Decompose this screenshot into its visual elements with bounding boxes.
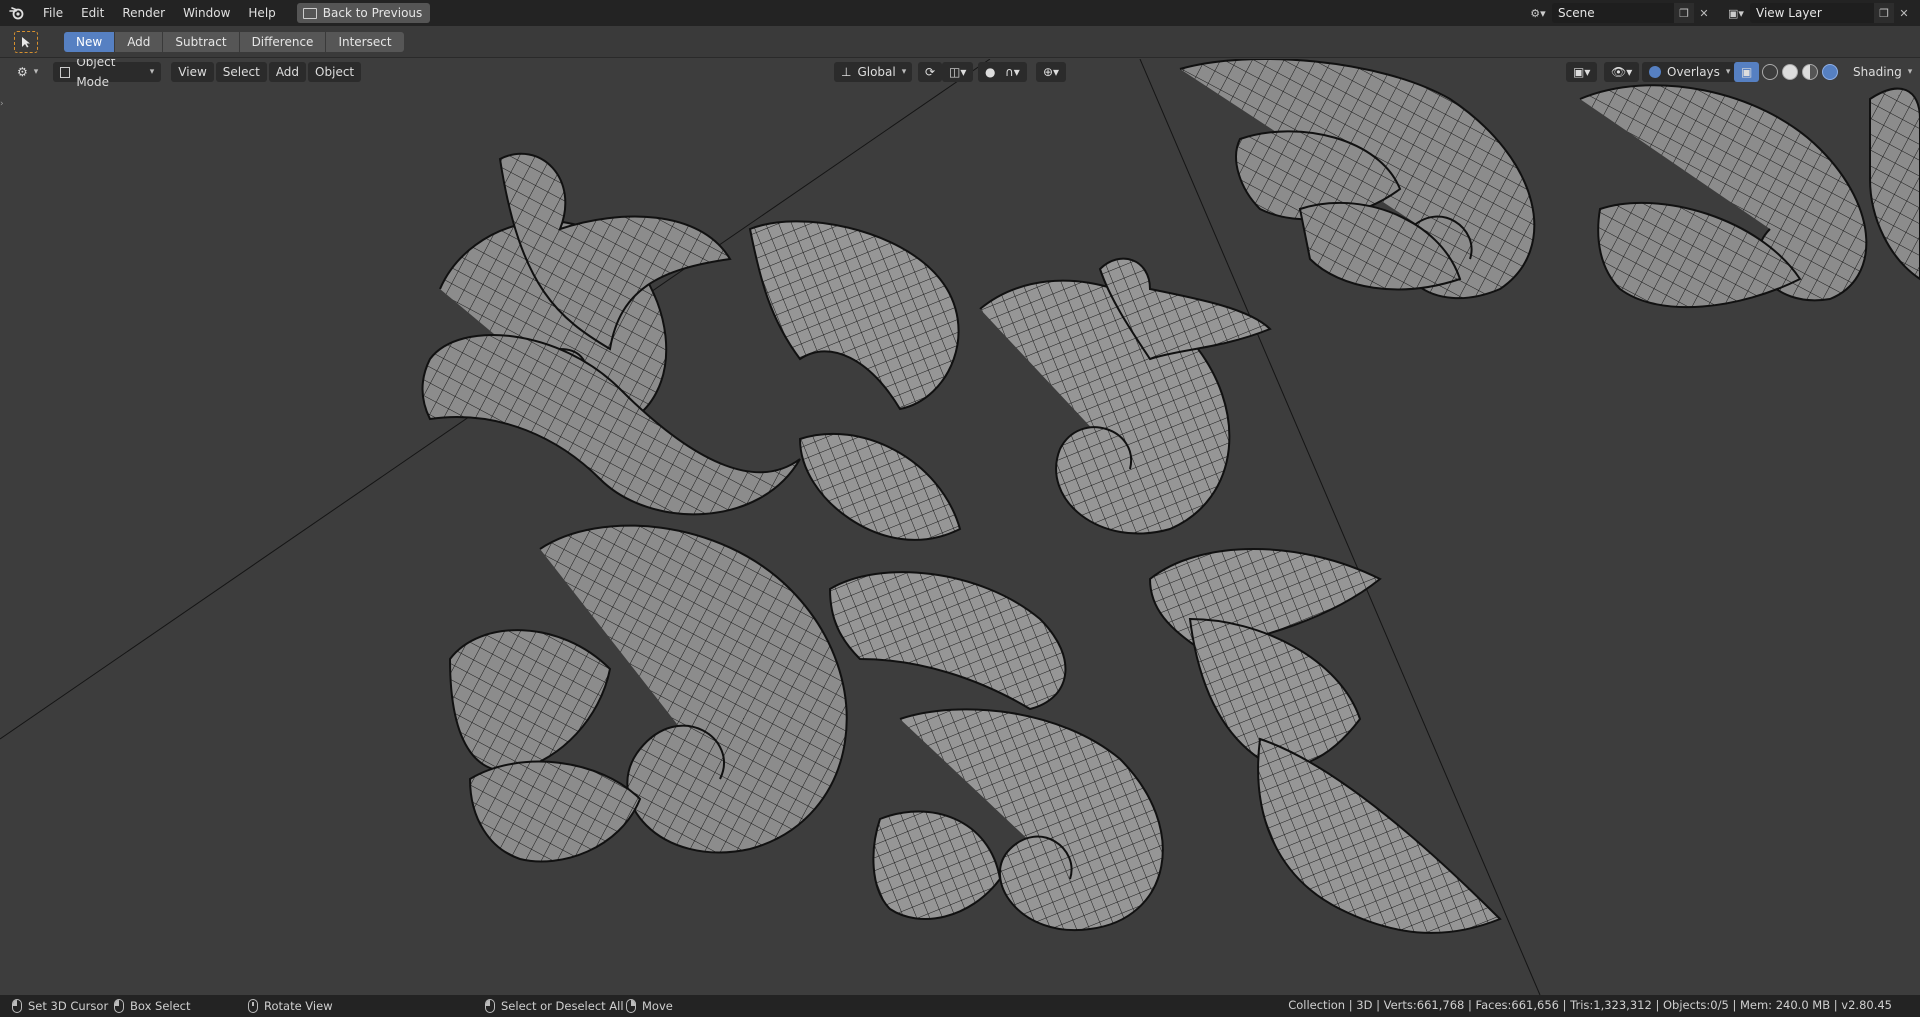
scene-icon[interactable]: ⚙▾ bbox=[1524, 3, 1552, 23]
back-to-previous-button[interactable]: Back to Previous bbox=[296, 3, 431, 23]
view-layer-selector[interactable]: ▣▾ View Layer ❐ ✕ bbox=[1722, 3, 1914, 23]
wireframe-shading-icon[interactable] bbox=[1762, 64, 1778, 80]
select-box-tool-icon[interactable] bbox=[14, 30, 38, 53]
3d-viewport[interactable]: ⚙ ▾ Object Mode ▾ View Select Add Object … bbox=[0, 59, 1920, 995]
object-mode-dropdown[interactable]: Object Mode ▾ bbox=[53, 59, 162, 89]
delete-scene-icon[interactable]: ✕ bbox=[1694, 3, 1714, 23]
snap-icon[interactable]: ◫▾ bbox=[942, 62, 974, 82]
view-menu[interactable]: View bbox=[171, 62, 214, 82]
menu-window[interactable]: Window bbox=[174, 0, 239, 26]
screen-icon bbox=[302, 7, 317, 19]
object-menu[interactable]: Object bbox=[308, 62, 362, 82]
mode-add-button[interactable]: Add bbox=[115, 31, 164, 52]
falloff-icon[interactable]: ∩▾ bbox=[998, 62, 1027, 82]
hint-rotate-view: Rotate View bbox=[248, 998, 333, 1014]
copy-scene-icon[interactable]: ❐ bbox=[1674, 3, 1694, 23]
hint-set-3d-cursor: Set 3D Cursor bbox=[12, 998, 108, 1014]
solid-shading-icon[interactable] bbox=[1782, 64, 1798, 80]
add-menu[interactable]: Add bbox=[268, 62, 307, 82]
shading-modes bbox=[1762, 64, 1842, 80]
menu-help[interactable]: Help bbox=[239, 0, 284, 26]
lookdev-shading-icon[interactable] bbox=[1802, 64, 1818, 80]
overlays-dropdown[interactable]: Overlays ▾ bbox=[1642, 62, 1738, 82]
rendered-shading-icon[interactable] bbox=[1822, 64, 1838, 80]
hint-select-deselect-all: Select or Deselect All bbox=[485, 998, 624, 1014]
shading-dropdown[interactable]: Shading ▾ bbox=[1846, 62, 1919, 82]
editor-type-selector[interactable]: ⚙ ▾ bbox=[10, 62, 45, 82]
copy-view-layer-icon[interactable]: ❐ bbox=[1874, 3, 1894, 23]
mode-intersect-button[interactable]: Intersect bbox=[326, 31, 404, 52]
view-layer-icon[interactable]: ▣▾ bbox=[1722, 3, 1750, 23]
xray-toggle-icon[interactable]: ▣ bbox=[1734, 62, 1760, 82]
top-bar: File Edit Render Window Help Back to Pre… bbox=[0, 0, 1920, 26]
transform-orientation-dropdown[interactable]: ⊥ Global ▾ bbox=[834, 62, 912, 82]
mouse-middle-icon bbox=[248, 999, 258, 1013]
3d-view-icon: ⚙ bbox=[17, 65, 28, 79]
ornament-mesh-right bbox=[1179, 59, 1920, 309]
gizmo-icon[interactable]: ⊕▾ bbox=[1036, 62, 1067, 82]
viewport-header: ⚙ ▾ Object Mode ▾ View Select Add Object … bbox=[0, 59, 1920, 89]
scene-name-field[interactable]: Scene bbox=[1552, 3, 1674, 23]
mouse-left-icon bbox=[12, 999, 22, 1013]
overlays-label: Overlays bbox=[1667, 65, 1720, 79]
shading-label: Shading bbox=[1853, 65, 1902, 79]
mode-new-button[interactable]: New bbox=[64, 31, 116, 52]
toolbar-expand-icon[interactable]: › bbox=[0, 99, 4, 109]
visibility-icon[interactable]: ▣▾ bbox=[1566, 62, 1598, 82]
object-mode-label: Object Mode bbox=[76, 59, 116, 89]
menu-file[interactable]: File bbox=[34, 0, 72, 26]
orientation-label: Global bbox=[857, 65, 896, 79]
tool-settings-header: New Add Subtract Difference Intersect bbox=[0, 26, 1920, 58]
select-menu[interactable]: Select bbox=[215, 62, 267, 82]
back-to-previous-label: Back to Previous bbox=[322, 6, 423, 20]
mouse-left-icon bbox=[485, 999, 495, 1013]
object-mode-icon bbox=[60, 66, 71, 78]
pivot-point-icon[interactable]: ⟳ bbox=[918, 62, 943, 82]
mode-difference-button[interactable]: Difference bbox=[239, 31, 327, 52]
menu-edit[interactable]: Edit bbox=[72, 0, 113, 26]
hint-box-select: Box Select bbox=[114, 998, 191, 1014]
scene-selector[interactable]: ⚙▾ Scene ❐ ✕ bbox=[1524, 3, 1714, 23]
overlays-icon bbox=[1649, 66, 1661, 78]
orientation-icon: ⊥ bbox=[841, 65, 852, 79]
status-bar: Set 3D Cursor Box Select Rotate View Sel… bbox=[0, 995, 1920, 1017]
viewport-scene bbox=[0, 59, 1920, 995]
ornament-mesh-center bbox=[748, 220, 1502, 934]
menu-render[interactable]: Render bbox=[113, 0, 174, 26]
show-gizmo-icon[interactable]: 👁▾ bbox=[1604, 62, 1640, 82]
delete-view-layer-icon[interactable]: ✕ bbox=[1894, 3, 1914, 23]
scene-statistics: Collection | 3D | Verts:661,768 | Faces:… bbox=[1288, 998, 1892, 1012]
mouse-right-icon bbox=[626, 999, 636, 1013]
hint-move: Move bbox=[626, 998, 673, 1014]
view-layer-field[interactable]: View Layer bbox=[1750, 3, 1874, 23]
mouse-left-drag-icon bbox=[114, 999, 124, 1013]
mode-subtract-button[interactable]: Subtract bbox=[163, 31, 240, 52]
blender-logo-icon[interactable] bbox=[0, 0, 34, 26]
boolean-mode-group: New Add Subtract Difference Intersect bbox=[64, 31, 404, 52]
